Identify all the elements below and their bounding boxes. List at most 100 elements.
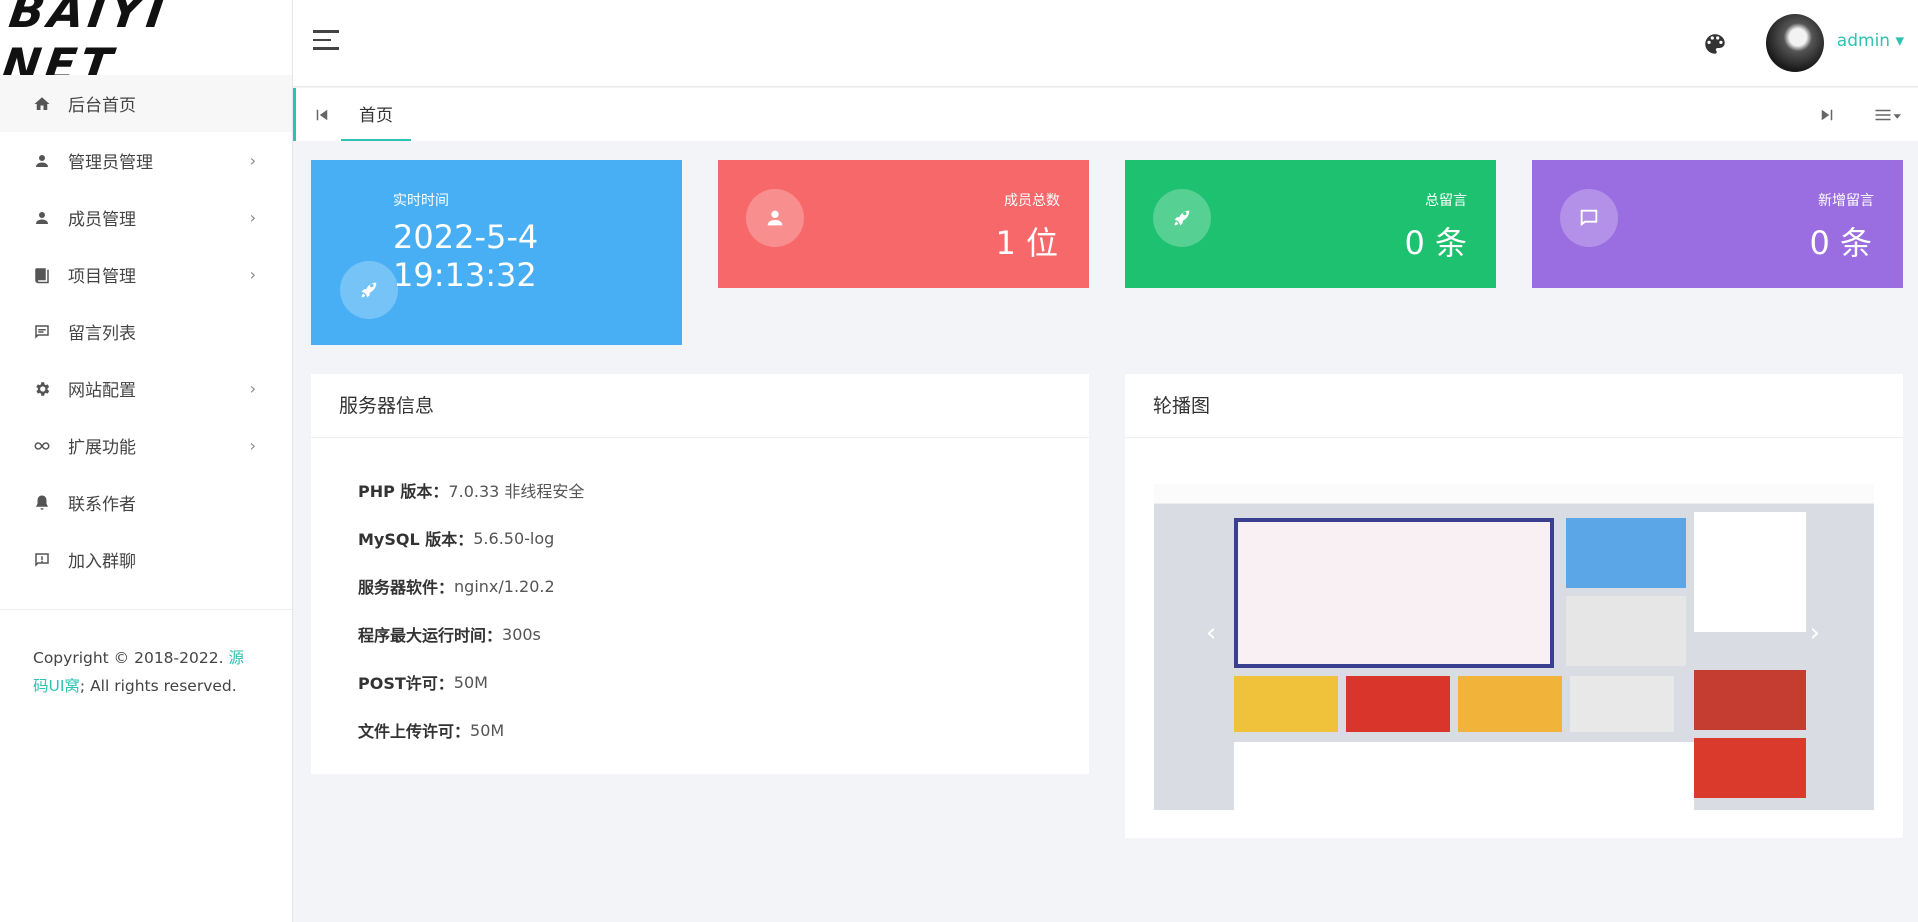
home-icon [32,94,52,114]
panel-title: 轮播图 [1125,374,1903,438]
sidebar-item-label: 加入群聊 [68,552,136,572]
logo[interactable]: BAIYI NET [0,0,292,92]
sidebar-item-label: 管理员管理 [68,153,153,173]
mock-thumb [1566,596,1686,666]
mock-thumb [1694,670,1806,730]
info-row-server-software: 服务器软件： nginx/1.20.2 [358,562,1089,610]
chevron-right-icon: › [249,208,256,227]
sidebar-item-member-management[interactable]: 成员管理 › [0,189,292,246]
info-row-upload-limit: 文件上传许可： 50M [358,706,1089,754]
carousel-panel: 轮播图 ‹ › [1125,374,1903,838]
skip-forward-icon[interactable] [1818,106,1836,124]
top-header: admin ▾ [293,0,1918,87]
tabs-bar: 首页 [293,88,1918,141]
mock-thumb [1458,676,1562,732]
tab-home[interactable]: 首页 [341,88,411,141]
sidebar-item-contact-author[interactable]: 联系作者 [0,474,292,531]
mock-article-list [1234,742,1694,810]
info-key: 文件上传许可： [358,722,471,741]
stat-label: 实时时间 [393,193,449,209]
infinity-icon [32,436,52,456]
sidebar-item-label: 留言列表 [68,324,136,344]
sidebar-item-label: 网站配置 [68,381,136,401]
tab-label: 首页 [359,106,393,126]
info-value: 5.6.50-log [473,528,555,548]
chevron-right-icon: › [249,265,256,284]
sidebar-item-label: 后台首页 [68,96,136,116]
sidebar-item-join-group[interactable]: 加入群聊 [0,531,292,588]
info-row-max-exec-time: 程序最大运行时间： 300s [358,610,1089,658]
info-value: 300s [502,624,541,644]
copyright: Copyright © 2018-2022. 源码UI窝; All rights… [0,610,292,700]
rocket-icon [340,261,398,319]
chevron-right-icon: › [249,436,256,455]
stat-value: 0 条 [1809,224,1872,262]
stat-value: 0 条 [1404,224,1467,262]
mock-profile [1694,512,1806,632]
sidebar-menu: 后台首页 管理员管理 › 成员管理 › 项目管理 › 留言列表 网站配置 › 扩… [0,75,292,588]
sidebar-item-site-config[interactable]: 网站配置 › [0,360,292,417]
sidebar-item-label: 项目管理 [68,267,136,287]
info-key: PHP 版本： [358,482,449,501]
copyright-prefix: Copyright © 2018-2022. [33,649,229,667]
stat-label: 成员总数 [1004,193,1060,209]
mock-thumb [1570,676,1674,732]
chevron-right-icon: › [249,379,256,398]
stat-value: 1 位 [995,224,1058,262]
stat-card-messages: 总留言 0 条 [1125,160,1496,288]
rocket-icon [1153,189,1211,247]
stat-value: 2022-5-4 19:13:32 [393,218,539,294]
user-icon [32,151,52,171]
sidebar-item-admin-management[interactable]: 管理员管理 › [0,132,292,189]
mock-thumb [1234,676,1338,732]
info-row-post-limit: POST许可： 50M [358,658,1089,706]
info-key: 服务器软件： [358,578,455,597]
message-icon [32,322,52,342]
info-value: nginx/1.20.2 [454,576,555,596]
user-icon [746,189,804,247]
palette-icon[interactable] [1702,31,1728,57]
stat-label: 新增留言 [1818,193,1874,209]
carousel-next-button[interactable]: › [1810,618,1820,648]
info-row-php: PHP 版本： 7.0.33 非线程安全 [358,466,1089,514]
chat-alert-icon [32,550,52,570]
info-value: 50M [470,720,505,740]
stat-card-members: 成员总数 1 位 [718,160,1089,288]
sidebar-item-label: 成员管理 [68,210,136,230]
menu-toggle-icon[interactable] [313,30,339,56]
stat-card-realtime: 实时时间 2022-5-4 19:13:32 [311,160,682,345]
sidebar-item-project-management[interactable]: 项目管理 › [0,246,292,303]
mock-site-navbar [1154,458,1874,484]
carousel-image[interactable]: ‹ › [1154,458,1874,810]
info-key: 程序最大运行时间： [358,626,503,645]
carousel-prev-button[interactable]: ‹ [1206,618,1216,648]
list-dropdown-icon[interactable] [1874,106,1904,124]
bell-icon [32,493,52,513]
server-info-panel: 服务器信息 PHP 版本： 7.0.33 非线程安全 MySQL 版本： 5.6… [311,374,1089,774]
gear-icon [32,379,52,399]
sidebar-item-extensions[interactable]: 扩展功能 › [0,417,292,474]
book-icon [32,265,52,285]
sidebar-item-dashboard[interactable]: 后台首页 [0,75,292,132]
sidebar: BAIYI NET 后台首页 管理员管理 › 成员管理 › 项目管理 › 留言列… [0,0,293,922]
user-icon [32,208,52,228]
info-value: 7.0.33 非线程安全 [448,482,585,501]
mock-site-subnav [1154,484,1874,504]
skip-back-icon[interactable] [313,106,331,124]
stat-label: 总留言 [1425,193,1467,209]
avatar[interactable] [1766,14,1824,72]
sidebar-item-label: 扩展功能 [68,438,136,458]
mock-banner [1234,518,1554,668]
mock-thumb [1346,676,1450,732]
info-row-mysql: MySQL 版本： 5.6.50-log [358,514,1089,562]
server-info-list: PHP 版本： 7.0.33 非线程安全 MySQL 版本： 5.6.50-lo… [311,438,1089,754]
mock-thumb [1694,738,1806,798]
info-value: 50M [453,672,488,692]
stat-card-new-messages: 新增留言 0 条 [1532,160,1903,288]
user-menu[interactable]: admin ▾ [1837,31,1904,51]
copyright-suffix: ; All rights reserved. [79,677,237,695]
info-key: POST许可： [358,674,454,693]
mock-thumb [1566,518,1686,588]
sidebar-item-message-list[interactable]: 留言列表 [0,303,292,360]
panel-title: 服务器信息 [311,374,1089,438]
